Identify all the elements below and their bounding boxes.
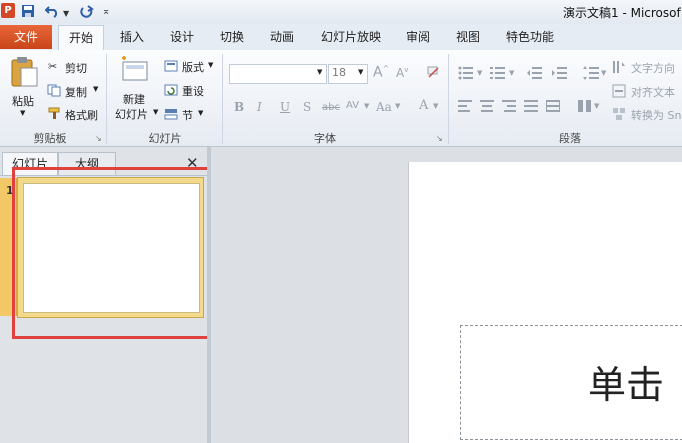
bold-button[interactable]: B [234,100,244,114]
line-spacing-dropdown-icon[interactable]: ▼ [601,69,606,77]
section-button[interactable]: 节 [182,107,193,123]
character-spacing-dropdown-icon[interactable]: ▼ [364,102,369,110]
line-spacing-icon[interactable] [583,66,599,83]
group-separator [222,54,223,144]
align-text-icon[interactable] [612,84,626,101]
italic-button[interactable]: I [257,100,262,114]
bullets-icon[interactable] [458,66,474,83]
columns-icon[interactable] [578,100,592,115]
align-right-icon[interactable] [502,100,516,115]
convert-smartart-icon[interactable] [612,107,626,124]
shrink-font-icon[interactable]: Av [396,66,408,80]
align-left-icon[interactable] [458,100,472,115]
save-icon[interactable] [21,4,35,21]
paragraph-group-label: 段落 [559,132,581,145]
paste-dropdown-icon[interactable]: ▼ [20,109,25,117]
align-text-button[interactable]: 对齐文本 [631,84,675,100]
justify-icon[interactable] [524,100,538,115]
increase-indent-icon[interactable] [552,66,568,83]
reset-button[interactable]: 重设 [182,83,204,99]
clipboard-group-label: 剪贴板 [33,132,67,145]
cut-button[interactable]: 剪切 [65,60,87,76]
copy-button[interactable]: 复制 [65,84,87,100]
window-title: 演示文稿1 - Microsof [563,6,681,20]
highlight-box [12,167,219,339]
align-center-icon[interactable] [480,100,494,115]
section-dropdown-icon[interactable]: ▼ [198,109,203,117]
tab-file[interactable]: 文件 [0,25,52,49]
cut-icon[interactable]: ✂ [48,60,57,73]
paste-button[interactable]: 粘贴 [12,93,34,109]
tab-review[interactable]: 审阅 [398,25,438,49]
new-slide-icon[interactable] [120,56,150,89]
columns-dropdown-icon[interactable]: ▼ [594,102,599,110]
slides-group-label: 幻灯片 [148,132,182,145]
change-case-dropdown-icon[interactable]: ▼ [395,102,400,110]
tab-design[interactable]: 设计 [162,25,202,49]
change-case-button[interactable]: Aa [376,100,392,114]
section-icon[interactable] [164,108,178,123]
numbering-icon[interactable] [490,66,506,83]
font-group-label: 字体 [314,132,336,145]
shadow-button[interactable]: S [303,100,311,114]
format-painter-button[interactable]: 格式刷 [65,107,98,123]
clear-formatting-icon[interactable] [426,65,440,82]
group-separator [106,54,107,144]
font-launcher-icon[interactable]: ↘ [436,134,443,143]
customize-icon[interactable]: ⌅ [102,5,110,19]
group-separator [448,54,449,144]
copy-icon[interactable] [47,84,61,100]
tab-transitions[interactable]: 切换 [212,25,252,49]
font-size-dropdown-icon[interactable]: ▼ [358,68,363,76]
convert-smartart-button[interactable]: 转换为 Sn [631,107,681,123]
font-name-field[interactable] [229,64,327,84]
undo-icon[interactable] [44,4,59,21]
font-color-button[interactable]: A [419,98,428,113]
text-direction-icon[interactable] [612,60,626,77]
paste-icon[interactable] [9,56,39,91]
character-spacing-button[interactable]: AV [346,100,359,111]
text-direction-button[interactable]: 文字方向 [631,60,675,76]
copy-dropdown-icon[interactable]: ▼ [93,85,98,93]
decrease-indent-icon[interactable] [527,66,543,83]
layout-icon[interactable] [164,60,178,75]
numbering-dropdown-icon[interactable]: ▼ [509,69,514,77]
tab-animations[interactable]: 动画 [262,25,302,49]
tab-view[interactable]: 视图 [448,25,488,49]
new-slide-button-line2[interactable]: 幻灯片 [115,106,148,122]
font-color-dropdown-icon[interactable]: ▼ [433,102,438,110]
app-logo-icon[interactable]: P [1,3,15,18]
strikethrough-button[interactable]: abc [322,102,340,113]
new-slide-dropdown-icon[interactable]: ▼ [153,108,158,116]
tab-slideshow[interactable]: 幻灯片放映 [314,25,388,49]
grow-font-icon[interactable]: A^ [373,64,389,81]
format-painter-icon[interactable] [48,107,62,123]
tab-insert[interactable]: 插入 [112,25,152,49]
font-name-dropdown-icon[interactable]: ▼ [317,68,322,76]
new-slide-button-line1[interactable]: 新建 [123,91,145,107]
clipboard-launcher-icon[interactable]: ↘ [95,134,102,143]
layout-button[interactable]: 版式 [182,59,204,75]
underline-button[interactable]: U [280,100,290,114]
tab-special[interactable]: 特色功能 [500,25,560,49]
redo-icon[interactable] [80,4,94,21]
distributed-icon[interactable] [546,100,560,115]
bullets-dropdown-icon[interactable]: ▼ [477,69,482,77]
layout-dropdown-icon[interactable]: ▼ [208,61,213,69]
reset-icon[interactable] [164,84,178,99]
font-size-value: 18 [332,66,346,79]
tab-home[interactable]: 开始 [58,25,104,51]
undo-dropdown-icon[interactable]: ▼ [63,7,69,21]
title-placeholder-text: 单击 [588,363,665,407]
